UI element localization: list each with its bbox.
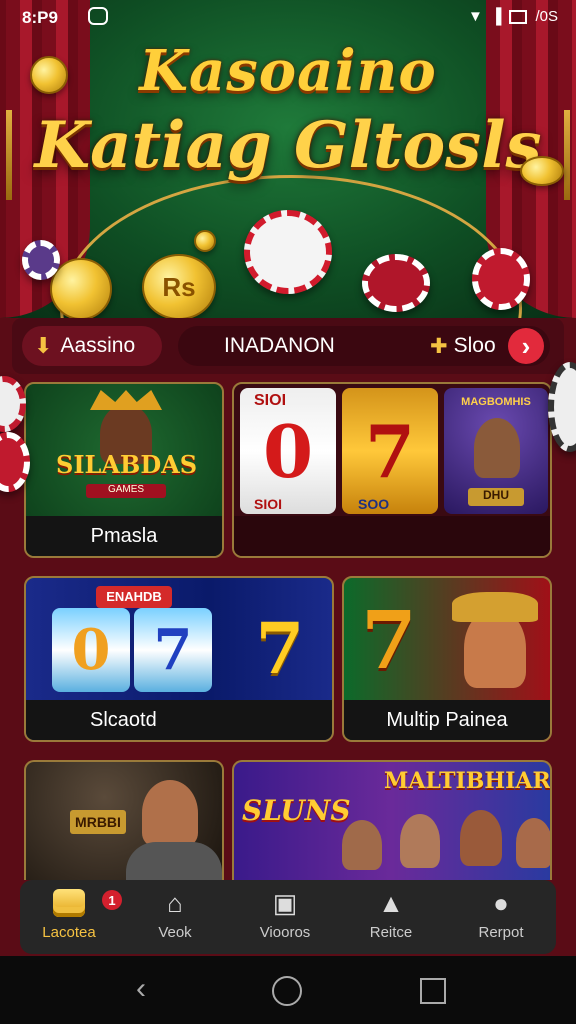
- signal-icon: ▐: [490, 8, 502, 25]
- character-banner: MAGBOMHIS: [461, 396, 531, 408]
- tab-label: INADANON: [224, 334, 335, 357]
- tab-assino[interactable]: ⬇ Aassino: [22, 326, 162, 366]
- game-card-slcaotd[interactable]: ENAHDB 0 7 7 Slcaotd: [24, 576, 334, 742]
- bottom-navigation: 1 Lacotea ⌂ Veok ▣ Viooros ▲ Reitce ● Re…: [20, 880, 556, 954]
- game-card-slot-reels[interactable]: 0 7 SIOI SIOI SOO MAGBOMHIS DHU: [232, 382, 552, 558]
- game-card-label: [234, 516, 550, 556]
- notification-icon: [88, 7, 108, 25]
- character-avatar: [142, 780, 198, 846]
- nav-item-lacotea[interactable]: 1 Lacotea: [24, 888, 122, 950]
- reel-bottom-text: SIOI: [254, 496, 283, 512]
- status-icons: ▼ ▐ /0S: [468, 8, 558, 25]
- tab-inadanon[interactable]: INADANON ✚ Sloo ›: [178, 326, 550, 366]
- slot-reel: 0: [52, 608, 130, 692]
- tab-label: Aassino: [60, 334, 136, 357]
- reel-top-text: SIOI: [254, 392, 287, 409]
- status-bar: 8:P9 ▼ ▐ /0S: [0, 0, 576, 34]
- wifi-icon: ▼: [467, 8, 483, 25]
- coin-icon: [50, 258, 112, 318]
- system-navigation-bar: ‹: [0, 956, 576, 1024]
- user-icon: ▲: [378, 887, 404, 918]
- character-sign: DHU: [468, 488, 524, 506]
- support-icon: ●: [493, 887, 509, 918]
- nav-item-veok[interactable]: ⌂ Veok: [130, 888, 220, 950]
- slot-reel: 7: [342, 388, 438, 514]
- game-card-pmasla[interactable]: SILABDAS GAMES Pmasla: [24, 382, 224, 558]
- home-icon: ⌂: [167, 887, 183, 918]
- tab-sloo[interactable]: ✚ Sloo: [430, 334, 496, 359]
- character-avatar: [460, 810, 502, 866]
- coin-icon: [520, 156, 564, 186]
- arrow-down-icon: ⬇: [34, 333, 53, 358]
- poker-chip-icon: [22, 240, 60, 280]
- slot-symbol: 7: [361, 593, 417, 687]
- battery-icon: [509, 9, 528, 24]
- game-card-label: Pmasla: [26, 516, 222, 556]
- poker-chip-icon: [362, 254, 430, 312]
- nav-item-viooros[interactable]: ▣ Viooros: [240, 888, 330, 950]
- sparkle-icon: ✚: [430, 334, 448, 358]
- recents-icon[interactable]: [420, 978, 446, 1004]
- poker-chip-icon: [244, 210, 332, 294]
- next-arrow-button[interactable]: ›: [508, 328, 544, 364]
- game-sign: MRBBI: [70, 810, 126, 834]
- slot-reel: 7: [134, 608, 212, 692]
- game-logo-sub: GAMES: [86, 484, 166, 498]
- game-card-label: Slcaotd: [26, 700, 332, 740]
- character-avatar: [516, 818, 550, 868]
- crown-icon: [90, 390, 162, 410]
- coin-icon: [194, 230, 216, 252]
- back-icon[interactable]: ‹: [136, 972, 146, 1006]
- game-card-maltibhiars[interactable]: MALTIBHIARS SLUNS: [232, 760, 552, 880]
- coin-icon: Rs: [142, 254, 216, 318]
- hero-title: Kasoaino: [139, 38, 437, 104]
- notification-badge: 1: [102, 890, 122, 910]
- character-panel: MAGBOMHIS DHU: [444, 388, 548, 514]
- battery-text: /0S: [535, 8, 558, 25]
- poker-chip-icon: [548, 362, 576, 452]
- game-banner: ENAHDB: [96, 586, 172, 608]
- tab-label: Sloo: [453, 334, 496, 357]
- hat-icon: [452, 592, 538, 622]
- coins-icon: [53, 888, 85, 918]
- nav-item-reitce[interactable]: ▲ Reitce: [346, 888, 436, 950]
- character-avatar: [474, 418, 520, 478]
- nav-label: Veok: [158, 924, 192, 941]
- home-circle-icon[interactable]: [272, 976, 302, 1006]
- game-logo-text: SILABDAS: [56, 450, 198, 479]
- character-avatar: [400, 814, 440, 868]
- character-body: [126, 842, 222, 880]
- game-card-multip-painea[interactable]: 7 Multip Painea: [342, 576, 552, 742]
- nav-label: Viooros: [259, 924, 311, 941]
- coin-icon: [30, 56, 68, 94]
- nav-label: Lacotea: [42, 924, 96, 941]
- nav-label: Reitce: [369, 924, 413, 941]
- game-card-live-host[interactable]: MRBBI: [24, 760, 224, 880]
- video-icon: ▣: [272, 887, 298, 918]
- hero-banner: Kasoaino Katiag Gltosls Rs: [0, 0, 576, 318]
- reel-sub-text: SOO: [358, 496, 390, 512]
- game-card-label: Multip Painea: [344, 700, 550, 740]
- poker-chip-icon: [0, 376, 26, 432]
- nav-label: Rerpot: [478, 924, 524, 941]
- status-time: 8:P9: [22, 8, 58, 27]
- character-avatar: [342, 820, 382, 870]
- game-title: MALTIBHIARS: [384, 768, 552, 794]
- nav-item-rerpot[interactable]: ● Rerpot: [456, 888, 546, 950]
- category-tab-bar: ⬇ Aassino INADANON ✚ Sloo ›: [12, 318, 564, 374]
- poker-chip-icon: [472, 248, 530, 310]
- game-subtitle: SLUNS: [242, 794, 351, 827]
- slot-symbol: 7: [255, 606, 305, 690]
- hero-subtitle: Katiag Gltosls: [34, 108, 542, 183]
